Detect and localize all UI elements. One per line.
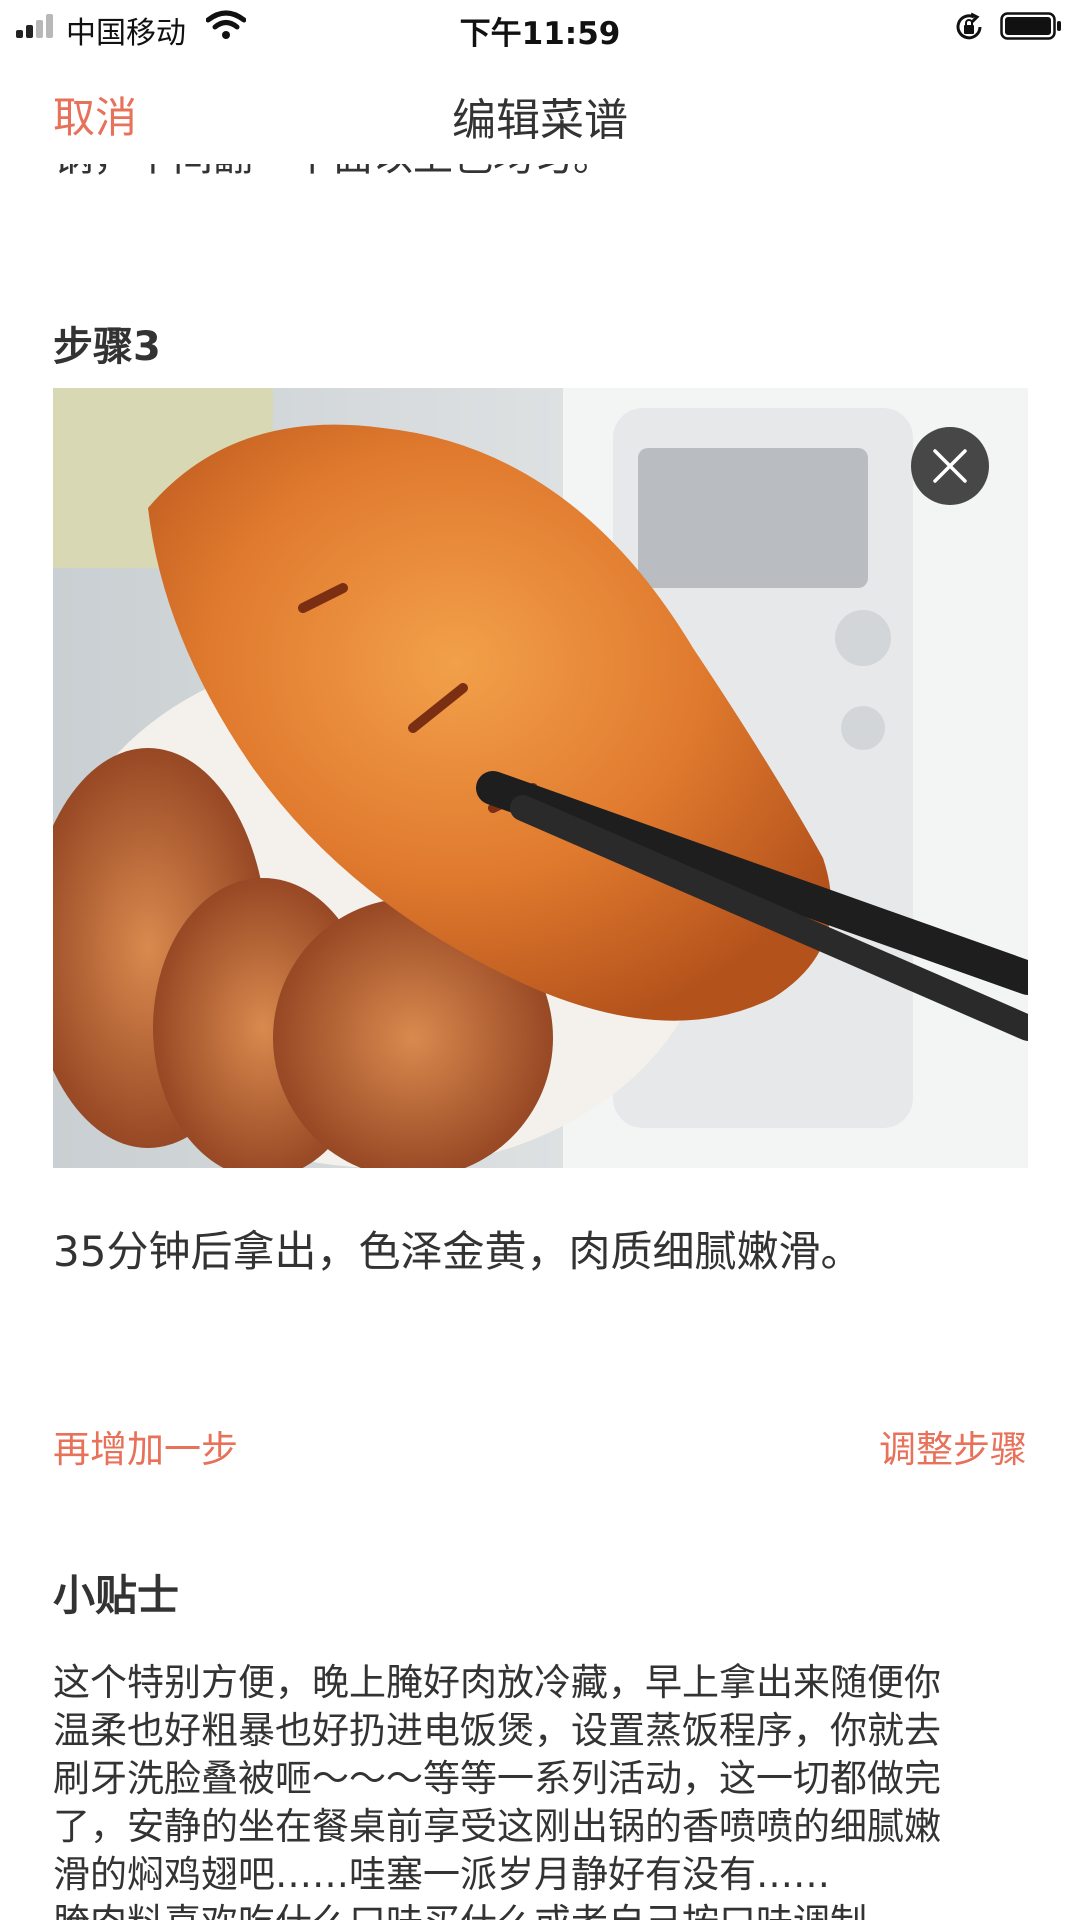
tips-text-field[interactable]: 这个特别方便，晚上腌好肉放冷藏，早上拿出来随便你 温柔也好粗暴也好扔进电饭煲，设… [53, 1659, 1038, 1920]
step-description[interactable]: 35分钟后拿出，色泽金黄，肉质细腻嫩滑。 [53, 1218, 862, 1279]
page-title: 编辑菜谱 [452, 95, 628, 146]
tips-line: 刷牙洗脸叠被咂～～～等等一系列活动，这一切都做完 [53, 1757, 941, 1800]
tips-heading: 小贴士 [53, 1571, 180, 1620]
status-bar: 中国移动 下午11:59 [0, 0, 1080, 54]
rotation-lock-icon [956, 12, 982, 40]
close-icon [933, 449, 967, 483]
tips-line: 了，安静的坐在餐桌前享受这刚出锅的香喷喷的细腻嫩 [53, 1805, 941, 1848]
nav-bar: 取消 编辑菜谱 [0, 54, 1080, 164]
status-time: 下午11:59 [459, 16, 621, 52]
chicken-wing-photo [53, 388, 1028, 1168]
tips-line: 温柔也好粗暴也好扔进电饭煲，设置蒸饭程序，你就去 [53, 1709, 941, 1752]
adjust-steps-button[interactable]: 调整步骤 [879, 1419, 1027, 1473]
tips-line: 滑的焖鸡翅吧……哇塞一派岁月静好有没有…… [53, 1853, 830, 1896]
remove-photo-button[interactable] [911, 427, 989, 505]
step-photo[interactable] [53, 388, 1028, 1168]
tips-line: 腌肉料喜欢吃什么口味买什么或者自己按口味调制 [53, 1899, 1038, 1920]
previous-step-text[interactable]: 锅，中间翻一下面以上色均匀。 [53, 164, 613, 182]
tips-line: 这个特别方便，晚上腌好肉放冷藏，早上拿出来随便你 [53, 1661, 941, 1704]
battery-icon [1000, 12, 1061, 40]
recipe-editor-content[interactable]: 锅，中间翻一下面以上色均匀。 步骤3 [0, 164, 1080, 1920]
add-step-button[interactable]: 再增加一步 [53, 1419, 238, 1473]
step-heading: 步骤3 [53, 324, 161, 370]
